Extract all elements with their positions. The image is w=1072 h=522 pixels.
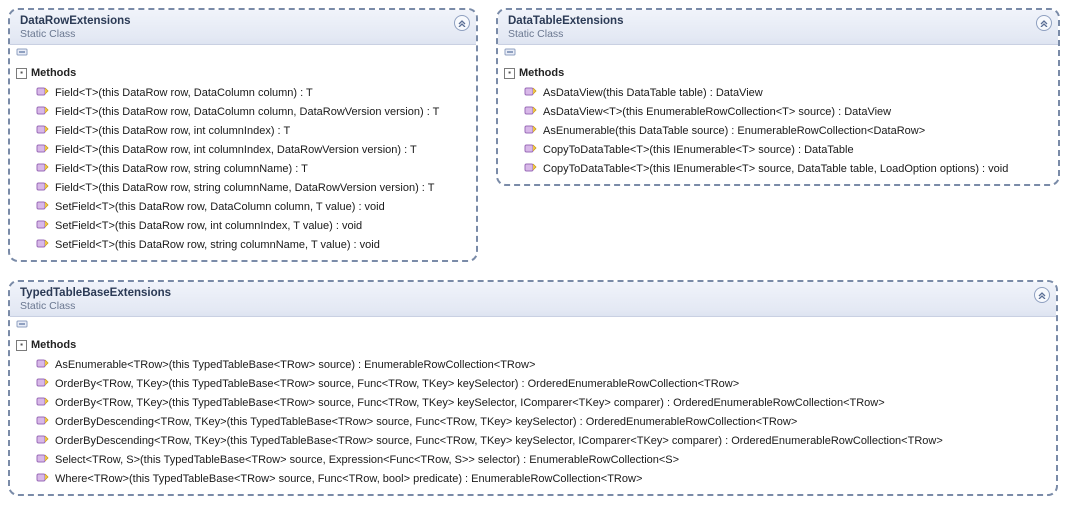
extension-method-icon [36,104,49,120]
method-signature: OrderBy<TRow, TKey>(this TypedTableBase<… [55,378,739,390]
method-list: Field<T>(this DataRow row, DataColumn co… [10,83,476,254]
class-glyph [10,45,476,61]
method-signature: OrderByDescending<TRow, TKey>(this Typed… [55,416,797,428]
section-label: Methods [31,67,76,79]
class-box-datarowextensions[interactable]: DataRowExtensions Static Class ▪ Methods… [8,8,478,262]
section-header-methods[interactable]: ▪ Methods [498,61,1058,83]
extension-method-icon [524,123,537,139]
method-signature: Field<T>(this DataRow row, string column… [55,182,434,194]
extension-method-icon [524,104,537,120]
method-signature: Field<T>(this DataRow row, string column… [55,163,308,175]
diagram-row-top: DataRowExtensions Static Class ▪ Methods… [8,8,1064,262]
method-row[interactable]: Select<TRow, S>(this TypedTableBase<TRow… [10,450,1056,469]
method-signature: Field<T>(this DataRow row, DataColumn co… [55,87,313,99]
section-toggle-icon[interactable]: ▪ [16,68,27,79]
method-signature: OrderBy<TRow, TKey>(this TypedTableBase<… [55,397,885,409]
class-title: DataTableExtensions [508,15,1050,27]
diagram-row-bottom: TypedTableBaseExtensions Static Class ▪ … [8,280,1064,496]
class-glyph [498,45,1058,61]
method-row[interactable]: Field<T>(this DataRow row, DataColumn co… [10,83,476,102]
extension-method-icon [36,180,49,196]
method-row[interactable]: SetField<T>(this DataRow row, string col… [10,235,476,254]
extension-method-icon [36,376,49,392]
method-row[interactable]: AsDataView(this DataTable table) : DataV… [498,83,1058,102]
method-row[interactable]: SetField<T>(this DataRow row, int column… [10,216,476,235]
section-toggle-icon[interactable]: ▪ [16,340,27,351]
method-row[interactable]: AsEnumerable<TRow>(this TypedTableBase<T… [10,355,1056,374]
method-signature: Field<T>(this DataRow row, int columnInd… [55,144,417,156]
method-signature: Field<T>(this DataRow row, int columnInd… [55,125,290,137]
method-row[interactable]: Field<T>(this DataRow row, DataColumn co… [10,102,476,121]
class-box-typedtablebaseextensions[interactable]: TypedTableBaseExtensions Static Class ▪ … [8,280,1058,496]
method-row[interactable]: Where<TRow>(this TypedTableBase<TRow> so… [10,469,1056,488]
method-row[interactable]: OrderByDescending<TRow, TKey>(this Typed… [10,431,1056,450]
section-header-methods[interactable]: ▪ Methods [10,333,1056,355]
extension-method-icon [36,395,49,411]
extension-method-icon [36,433,49,449]
extension-method-icon [524,142,537,158]
extension-method-icon [36,357,49,373]
method-row[interactable]: CopyToDataTable<T>(this IEnumerable<T> s… [498,159,1058,178]
extension-method-icon [36,414,49,430]
extension-method-icon [524,161,537,177]
method-row[interactable]: OrderByDescending<TRow, TKey>(this Typed… [10,412,1056,431]
method-row[interactable]: Field<T>(this DataRow row, string column… [10,159,476,178]
method-list: AsDataView(this DataTable table) : DataV… [498,83,1058,178]
class-glyph [10,317,1056,333]
method-signature: Field<T>(this DataRow row, DataColumn co… [55,106,439,118]
method-signature: SetField<T>(this DataRow row, int column… [55,220,362,232]
extension-method-icon [36,471,49,487]
method-row[interactable]: CopyToDataTable<T>(this IEnumerable<T> s… [498,140,1058,159]
class-stereotype: Static Class [20,28,468,40]
collapse-icon[interactable] [454,15,470,31]
method-row[interactable]: OrderBy<TRow, TKey>(this TypedTableBase<… [10,374,1056,393]
method-signature: AsEnumerable(this DataTable source) : En… [543,125,925,137]
method-row[interactable]: OrderBy<TRow, TKey>(this TypedTableBase<… [10,393,1056,412]
method-signature: SetField<T>(this DataRow row, DataColumn… [55,201,385,213]
method-signature: OrderByDescending<TRow, TKey>(this Typed… [55,435,943,447]
class-header[interactable]: TypedTableBaseExtensions Static Class [10,282,1056,317]
extension-method-icon [36,142,49,158]
section-toggle-icon[interactable]: ▪ [504,68,515,79]
method-signature: Where<TRow>(this TypedTableBase<TRow> so… [55,473,642,485]
method-signature: AsDataView(this DataTable table) : DataV… [543,87,763,99]
class-header[interactable]: DataRowExtensions Static Class [10,10,476,45]
extension-method-icon [524,85,537,101]
class-title: DataRowExtensions [20,15,468,27]
class-stereotype: Static Class [508,28,1050,40]
extension-method-icon [36,85,49,101]
method-row[interactable]: AsEnumerable(this DataTable source) : En… [498,121,1058,140]
method-row[interactable]: Field<T>(this DataRow row, int columnInd… [10,121,476,140]
method-signature: SetField<T>(this DataRow row, string col… [55,239,380,251]
section-label: Methods [519,67,564,79]
section-header-methods[interactable]: ▪ Methods [10,61,476,83]
collapse-icon[interactable] [1036,15,1052,31]
method-signature: AsDataView<T>(this EnumerableRowCollecti… [543,106,891,118]
method-signature: CopyToDataTable<T>(this IEnumerable<T> s… [543,144,854,156]
method-row[interactable]: SetField<T>(this DataRow row, DataColumn… [10,197,476,216]
method-signature: AsEnumerable<TRow>(this TypedTableBase<T… [55,359,535,371]
class-header[interactable]: DataTableExtensions Static Class [498,10,1058,45]
method-row[interactable]: Field<T>(this DataRow row, int columnInd… [10,140,476,159]
extension-method-icon [36,218,49,234]
method-signature: CopyToDataTable<T>(this IEnumerable<T> s… [543,163,1008,175]
class-title: TypedTableBaseExtensions [20,287,1048,299]
method-row[interactable]: AsDataView<T>(this EnumerableRowCollecti… [498,102,1058,121]
section-label: Methods [31,339,76,351]
class-box-datatableextensions[interactable]: DataTableExtensions Static Class ▪ Metho… [496,8,1060,186]
method-row[interactable]: Field<T>(this DataRow row, string column… [10,178,476,197]
method-list: AsEnumerable<TRow>(this TypedTableBase<T… [10,355,1056,488]
method-signature: Select<TRow, S>(this TypedTableBase<TRow… [55,454,679,466]
extension-method-icon [36,161,49,177]
extension-method-icon [36,452,49,468]
class-stereotype: Static Class [20,300,1048,312]
extension-method-icon [36,199,49,215]
collapse-icon[interactable] [1034,287,1050,303]
extension-method-icon [36,237,49,253]
extension-method-icon [36,123,49,139]
